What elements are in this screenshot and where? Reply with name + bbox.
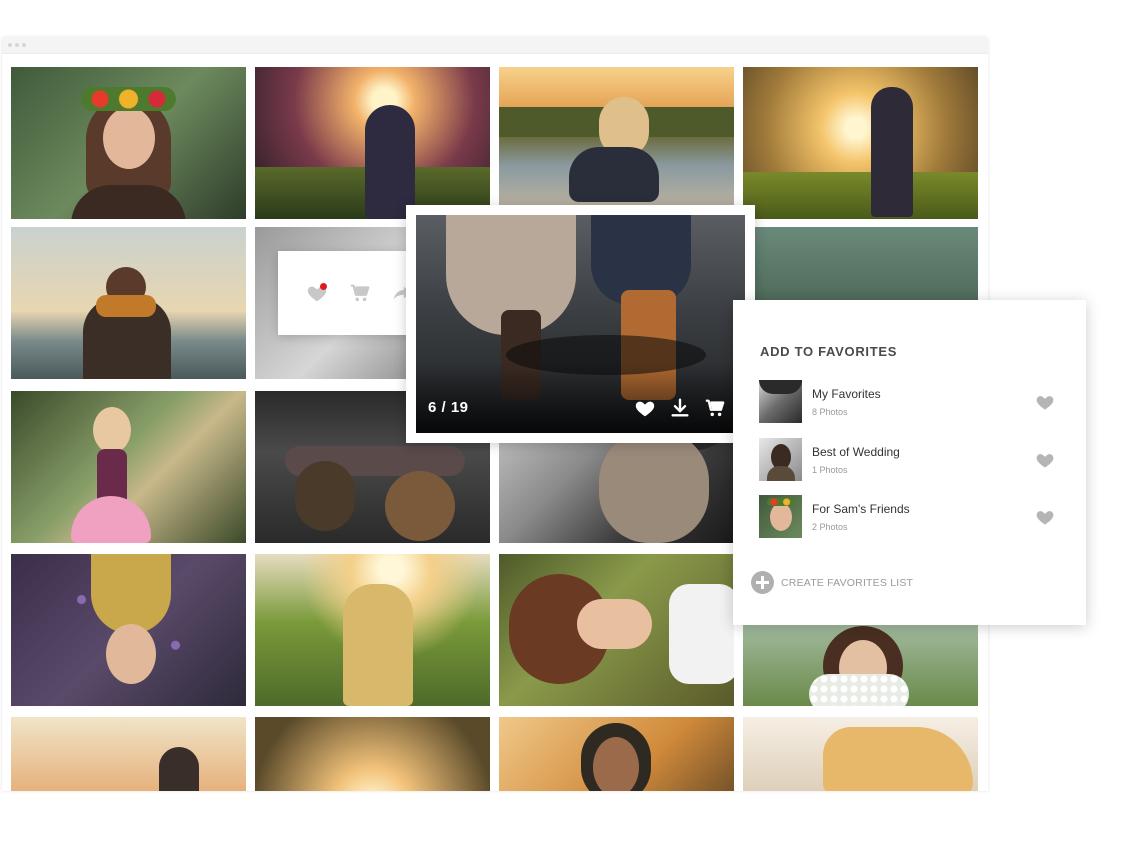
lightbox-favorite-button[interactable] <box>634 397 656 419</box>
favorites-list-item[interactable]: For Sam's Friends 2 Photos <box>759 495 1069 539</box>
window-titlebar <box>2 37 988 54</box>
cart-icon <box>350 284 370 302</box>
create-list-label: CREATE FAVORITES LIST <box>781 577 914 589</box>
photo-sunset-field-girl[interactable] <box>255 67 490 219</box>
window-dot[interactable] <box>15 43 19 47</box>
favorites-list-item[interactable]: Best of Wedding 1 Photos <box>759 438 1069 482</box>
list-thumbnail <box>759 495 802 538</box>
photo-forest-sunset[interactable] <box>255 717 490 791</box>
heart-icon <box>1036 511 1054 525</box>
photo-pink-skirt-forest[interactable] <box>11 391 246 543</box>
panel-title: ADD TO FAVORITES <box>760 344 898 359</box>
photo-smiling-girl[interactable] <box>499 717 734 791</box>
favorites-list-item[interactable]: My Favorites 8 Photos <box>759 380 1069 424</box>
lightbox-download-button[interactable] <box>669 397 691 419</box>
list-name: My Favorites <box>812 387 881 401</box>
list-count: 8 Photos <box>812 407 848 417</box>
list-name: Best of Wedding <box>812 445 900 459</box>
heart-icon <box>1036 454 1054 468</box>
photo-sunset-silhouette[interactable] <box>11 717 246 791</box>
photo-flower-crown[interactable] <box>11 67 246 219</box>
window-dot[interactable] <box>8 43 12 47</box>
list-count: 1 Photos <box>812 465 848 475</box>
list-thumbnail <box>759 438 802 481</box>
photo-lightbox: 6 / 19 <box>406 205 755 443</box>
list-name: For Sam's Friends <box>812 502 910 516</box>
favorite-toggle-button[interactable] <box>1035 450 1055 470</box>
image-counter: 6 / 19 <box>428 399 469 416</box>
add-to-cart-button[interactable] <box>349 282 371 304</box>
heart-icon <box>635 401 655 417</box>
photo-meadow-sunlight[interactable] <box>255 554 490 706</box>
heart-icon <box>1036 396 1054 410</box>
download-icon <box>671 398 689 417</box>
lightbox-image[interactable]: 6 / 19 <box>416 215 745 433</box>
window-dot[interactable] <box>22 43 26 47</box>
cart-icon <box>705 399 725 417</box>
photo-lying-in-grass[interactable] <box>499 554 734 706</box>
notification-dot <box>320 283 327 290</box>
list-thumbnail <box>759 380 802 423</box>
photo-man-scarf-sea[interactable] <box>11 227 246 379</box>
plus-circle-icon <box>751 571 774 594</box>
lightbox-cart-button[interactable] <box>704 397 726 419</box>
list-count: 2 Photos <box>812 522 848 532</box>
add-to-favorites-panel: ADD TO FAVORITES My Favorites 8 Photos B… <box>733 300 1086 625</box>
photo-sun-flare-dancer[interactable] <box>743 67 978 219</box>
photo-lavender-upside-down[interactable] <box>11 554 246 706</box>
photo-windblown-hair[interactable] <box>743 717 978 791</box>
photo-lake-sunset[interactable] <box>499 67 734 219</box>
favorite-heart-button[interactable] <box>306 282 328 304</box>
favorite-toggle-button[interactable] <box>1035 392 1055 412</box>
create-favorites-list-button[interactable]: CREATE FAVORITES LIST <box>751 571 951 595</box>
favorite-toggle-button[interactable] <box>1035 507 1055 527</box>
